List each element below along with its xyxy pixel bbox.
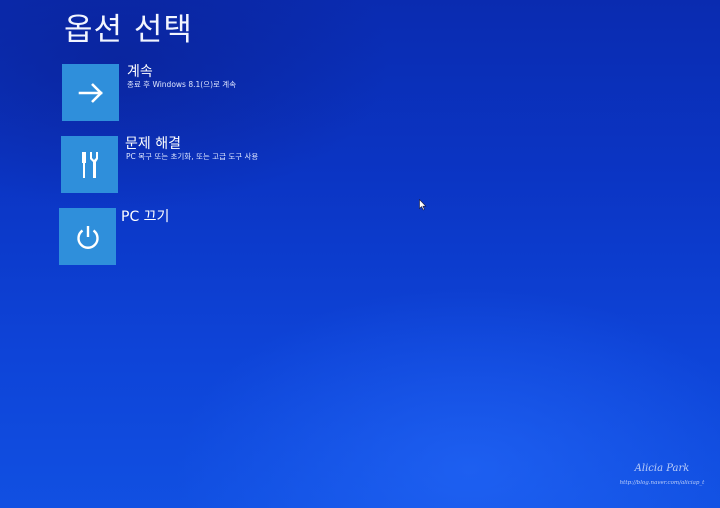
watermark: Alicia Park http://blog.naver.com/alicia… (612, 463, 712, 486)
continue-tile[interactable] (62, 64, 119, 121)
watermark-url: http://blog.naver.com/aliciap_t (619, 480, 705, 486)
continue-option[interactable]: 계속 종료 후 Windows 8.1(으)로 계속 (62, 64, 302, 122)
mouse-cursor-icon (419, 199, 427, 211)
shutdown-tile[interactable] (59, 208, 116, 265)
continue-label: 계속 (127, 64, 153, 80)
watermark-name: Alicia Park (634, 463, 690, 474)
continue-description: 종료 후 Windows 8.1(으)로 계속 (127, 80, 237, 89)
troubleshoot-option[interactable]: 문제 해결 PC 복구 또는 초기화, 또는 고급 도구 사용 (61, 136, 301, 194)
tools-icon (81, 151, 98, 178)
troubleshoot-label: 문제 해결 (125, 136, 181, 152)
shutdown-label: PC 끄기 (121, 209, 170, 225)
shutdown-option[interactable]: PC 끄기 (59, 208, 299, 266)
troubleshoot-description: PC 복구 또는 초기화, 또는 고급 도구 사용 (126, 152, 259, 161)
power-icon (76, 225, 99, 249)
troubleshoot-tile[interactable] (61, 136, 118, 193)
arrow-right-icon (78, 82, 103, 103)
page-title: 옵션 선택 (64, 12, 193, 48)
